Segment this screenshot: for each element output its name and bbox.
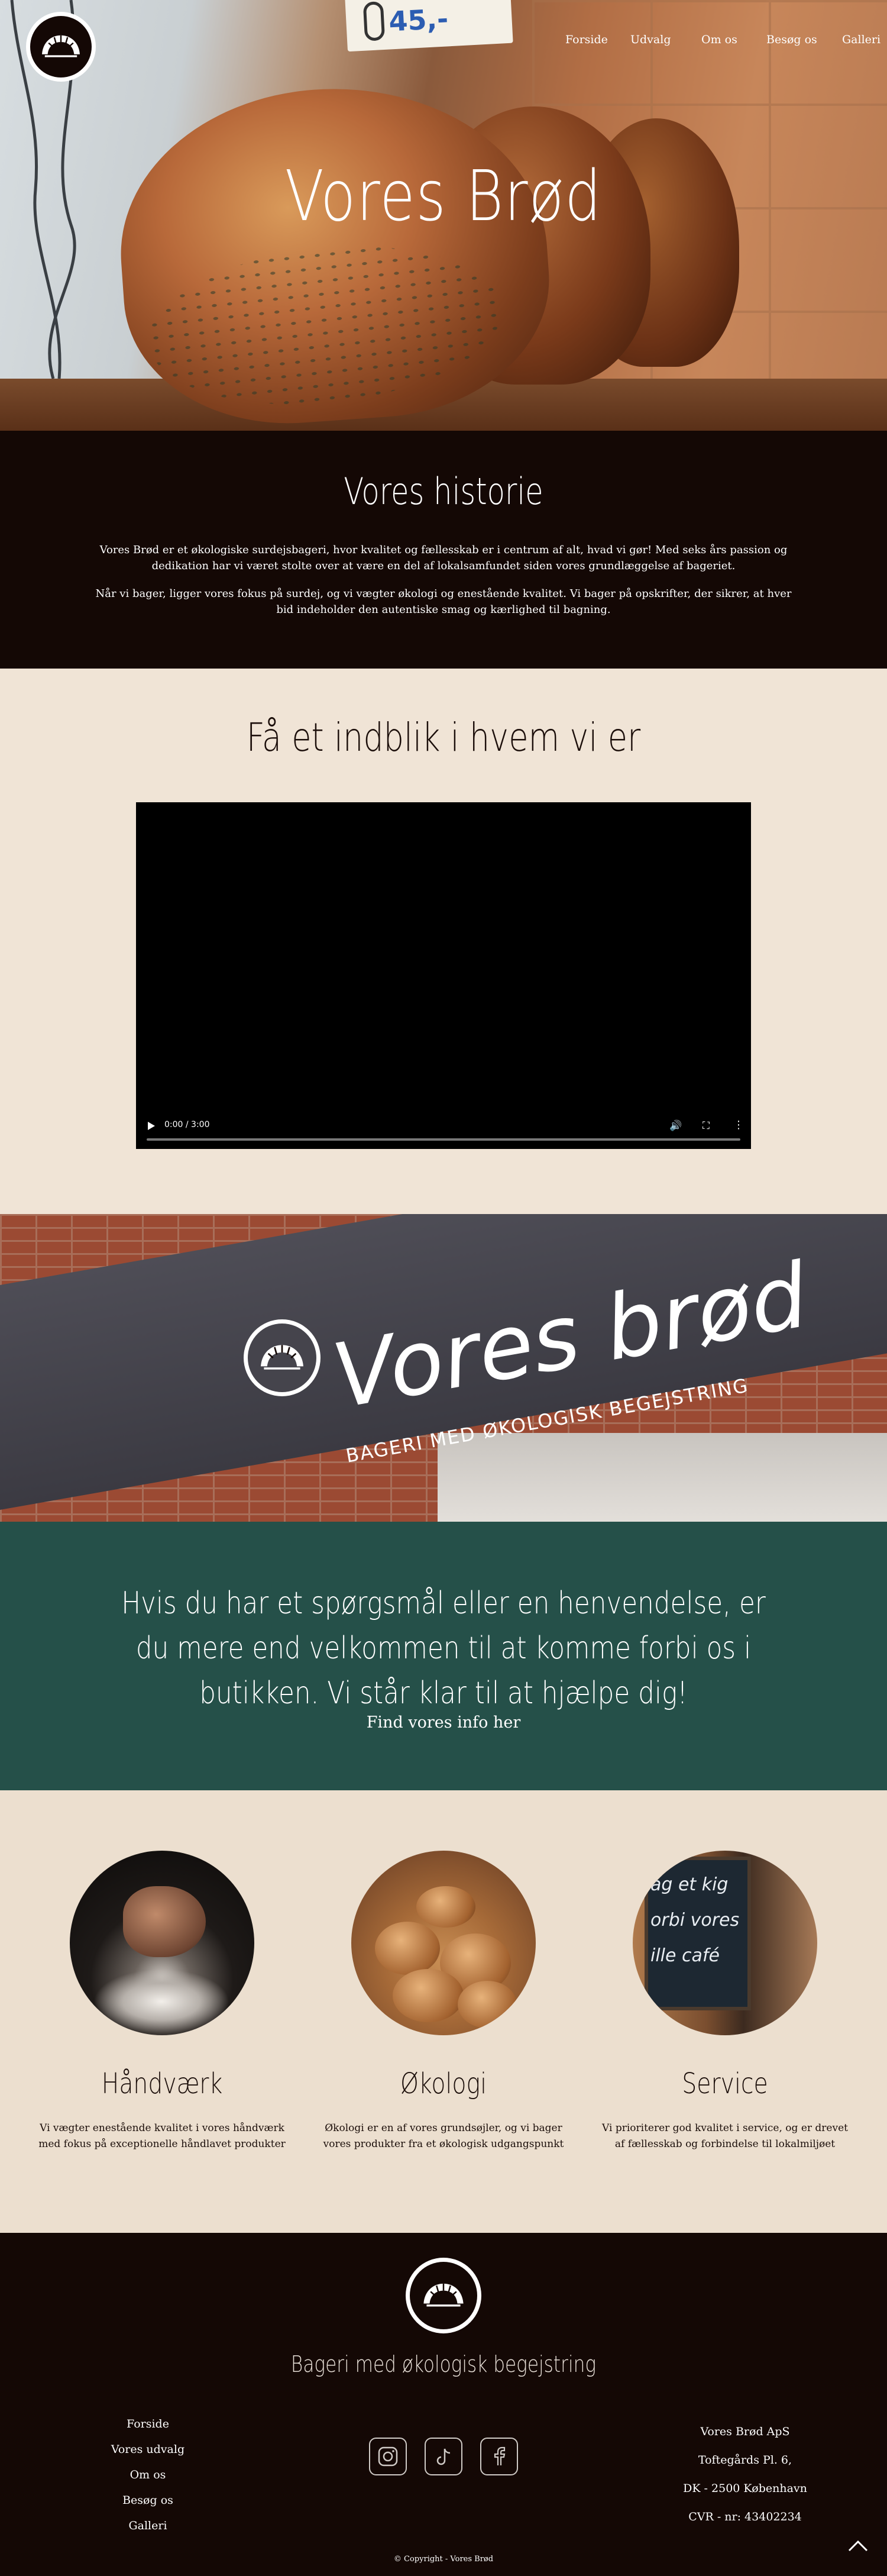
- video-progress-bar[interactable]: [147, 1138, 740, 1141]
- hero-title: Vores Brød: [284, 155, 603, 237]
- footer-tagline: Bageri med økologisk begejstring: [290, 2351, 597, 2377]
- footer-link-besoeg-os[interactable]: Besøg os: [89, 2488, 207, 2513]
- contact-text: Hvis du har et spørgsmål eller en henven…: [121, 1586, 766, 1711]
- price-tag-value: 45,-: [388, 2, 449, 38]
- video-time: 0:00 / 3:00: [164, 1120, 210, 1129]
- history-paragraph-1: Vores Brød er et økologiske surdejsbager…: [99, 544, 788, 572]
- feature-text: Økologi er en af vores grundsøjler, og v…: [323, 2122, 564, 2150]
- video-controls: 0:00 / 3:00 🔊 ⛶ ⋮: [136, 1113, 751, 1149]
- footer-link-galleri[interactable]: Galleri: [89, 2513, 207, 2539]
- footer-address: Vores Brød ApS Toftegårds Pl. 6, DK - 25…: [662, 2417, 828, 2531]
- postal-city: DK - 2500 København: [683, 2482, 807, 2495]
- contact-section: Hvis du har et spørgsmål eller en henven…: [0, 1522, 887, 1790]
- chalkboard-line-3: ille café: [650, 1945, 720, 1966]
- company-name: Vores Brød ApS: [700, 2425, 790, 2438]
- cvr-number: CVR - nr: 43402234: [688, 2510, 802, 2523]
- find-info-link[interactable]: Find vores info her: [0, 1713, 887, 1732]
- volume-icon[interactable]: 🔊: [669, 1120, 682, 1132]
- nav-udvalg[interactable]: Udvalg: [630, 33, 671, 46]
- footer-nav: Forside Vores udvalg Om os Besøg os Gall…: [89, 2412, 207, 2539]
- features-section: Håndværk Vi vægter enestående kvalitet i…: [0, 1790, 887, 2233]
- feature-text: Vi prioriterer god kvalitet i service, o…: [602, 2122, 848, 2150]
- croissant-logo-icon: [255, 1331, 309, 1384]
- nav-om-os[interactable]: Om os: [701, 33, 737, 46]
- scroll-to-top-icon[interactable]: [843, 2531, 873, 2561]
- footer-link-vores-udvalg[interactable]: Vores udvalg: [89, 2437, 207, 2462]
- footer-link-om-os[interactable]: Om os: [89, 2462, 207, 2488]
- feature-title: Håndværk: [101, 2067, 223, 2100]
- header-logo[interactable]: [26, 12, 96, 82]
- croissant-logo-icon: [419, 2271, 468, 2320]
- chalkboard-line-2: orbi vores: [650, 1910, 740, 1931]
- nav-besoeg-os[interactable]: Besøg os: [766, 33, 817, 46]
- shop-sign-logo: [244, 1319, 321, 1396]
- chalkboard-line-1: ag et kig: [650, 1874, 729, 1895]
- instagram-icon[interactable]: [369, 2438, 407, 2475]
- fullscreen-icon[interactable]: ⛶: [703, 1120, 710, 1132]
- storefront-image: Vores brød BAGERI MED ØKOLOGISK BEGEJSTR…: [0, 1214, 887, 1522]
- history-paragraph-2: Når vi bager, ligger vores fokus på surd…: [95, 587, 792, 616]
- nav-galleri[interactable]: Galleri: [842, 33, 880, 46]
- feature-image-chalkboard: ag et kig orbi vores ille café: [633, 1851, 817, 2035]
- feature-image-flour-hands: [70, 1851, 254, 2035]
- street-address: Toftegårds Pl. 6,: [698, 2454, 792, 2467]
- video-section-title: Få et indblik i hvem vi er: [246, 715, 641, 760]
- play-icon[interactable]: [148, 1122, 155, 1130]
- feature-title: Økologi: [400, 2067, 487, 2100]
- facebook-icon[interactable]: [480, 2438, 518, 2475]
- hero-banner: 45,- Forside Udvalg Om os Besøg os Galle…: [0, 0, 887, 431]
- feature-service: ag et kig orbi vores ille café Service V…: [601, 1851, 849, 2152]
- croissant-logo-icon: [37, 23, 85, 70]
- footer: Bageri med økologisk begejstring Forside…: [0, 2233, 887, 2576]
- feature-text: Vi vægter enestående kvalitet i vores hå…: [38, 2122, 286, 2150]
- tiktok-icon[interactable]: [425, 2438, 462, 2475]
- history-section: Vores historie Vores Brød er et økologis…: [0, 431, 887, 669]
- footer-link-forside[interactable]: Forside: [89, 2412, 207, 2437]
- feature-haandvaerk: Håndværk Vi vægter enestående kvalitet i…: [38, 1851, 286, 2152]
- shop-window: [438, 1433, 887, 1522]
- feature-image-bread-basket: [351, 1851, 536, 2035]
- nav-forside[interactable]: Forside: [565, 33, 608, 46]
- price-tag: 45,-: [344, 0, 513, 52]
- price-tag-clip: [362, 1, 386, 41]
- video-player[interactable]: 0:00 / 3:00 🔊 ⛶ ⋮: [136, 802, 751, 1149]
- copyright: © Copyright - Vores Brød: [393, 2555, 494, 2564]
- video-section: Få et indblik i hvem vi er 0:00 / 3:00 🔊…: [0, 669, 887, 1214]
- history-title: Vores historie: [344, 470, 543, 513]
- feature-title: Service: [682, 2067, 768, 2100]
- feature-oekologi: Økologi Økologi er en af vores grundsøjl…: [319, 1851, 568, 2152]
- footer-logo[interactable]: [406, 2258, 481, 2333]
- more-options-icon[interactable]: ⋮: [733, 1119, 744, 1131]
